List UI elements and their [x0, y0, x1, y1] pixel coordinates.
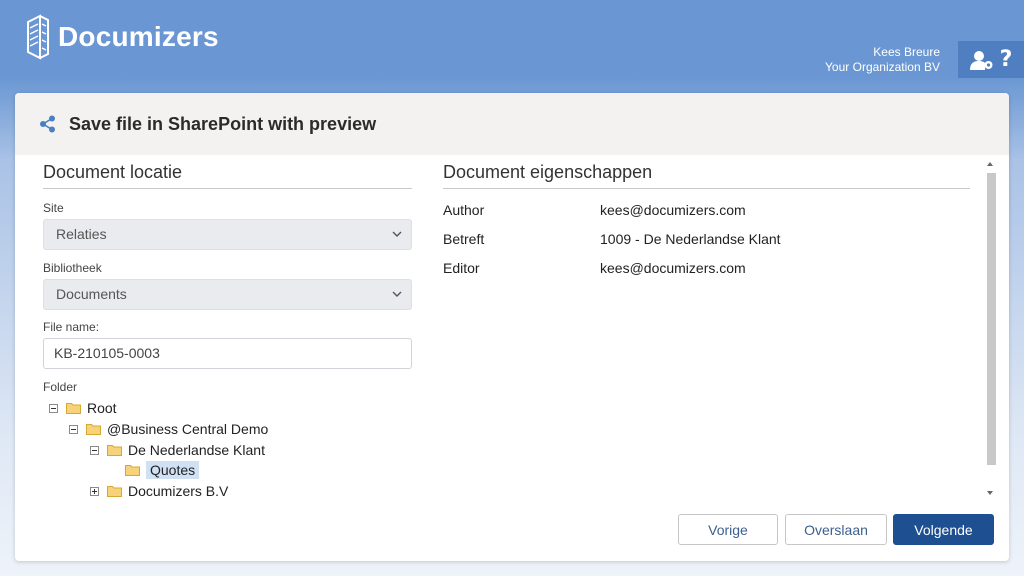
tree-node-documizers-bv[interactable]: Documizers B.V [90, 481, 228, 501]
collapse-icon[interactable] [69, 424, 78, 434]
property-key: Betreft [443, 231, 485, 247]
help-icon[interactable]: ? [1000, 47, 1013, 72]
tree-node-quotes[interactable]: Quotes [125, 460, 200, 480]
collapse-icon[interactable] [49, 403, 58, 413]
folder-icon [66, 403, 81, 414]
user-settings-icon [969, 50, 993, 70]
property-value: 1009 - De Nederlandse Klant [600, 231, 781, 247]
dialog-header: Save file in SharePoint with preview [15, 93, 1009, 155]
save-dialog: Save file in SharePoint with preview Doc… [15, 93, 1009, 561]
site-label: Site [43, 201, 64, 215]
tree-node-business-central-demo[interactable]: @Business Central Demo [69, 419, 268, 439]
site-select[interactable]: Relaties [43, 219, 412, 250]
site-value: Relaties [56, 226, 107, 242]
dialog-title: Save file in SharePoint with preview [69, 113, 377, 134]
tree-node-root[interactable]: Root [49, 398, 117, 418]
scroll-down-icon[interactable] [987, 491, 993, 495]
tree-label: De Nederlandse Klant [128, 442, 265, 458]
property-value: kees@documizers.com [600, 202, 746, 218]
folder-icon [125, 465, 140, 476]
filename-input[interactable]: KB-210105-0003 [43, 338, 412, 369]
brand-logo: Documizers [26, 14, 219, 60]
folder-icon [86, 424, 101, 435]
property-key: Author [443, 202, 485, 218]
scroll-up-icon[interactable] [987, 162, 993, 166]
scrollbar-thumb[interactable] [987, 173, 996, 465]
expand-icon[interactable] [90, 486, 99, 496]
brand-name: Documizers [58, 21, 219, 52]
next-button[interactable]: Volgende [893, 514, 994, 545]
tree-label: Documizers B.V [128, 483, 229, 499]
skip-button[interactable]: Overslaan [785, 514, 887, 545]
library-label: Bibliotheek [43, 261, 102, 275]
organization-name: Your Organization BV [825, 60, 940, 74]
property-value: kees@documizers.com [600, 260, 746, 276]
properties-scrollbar[interactable] [985, 159, 997, 499]
app-header: Documizers Kees Breure Your Organization… [0, 0, 1024, 78]
user-name: Kees Breure [873, 45, 940, 59]
folder-icon [107, 445, 122, 456]
user-info: Kees Breure Your Organization BV [825, 45, 940, 75]
library-select[interactable]: Documents [43, 279, 412, 310]
tree-label: @Business Central Demo [107, 421, 269, 437]
filename-label: File name: [43, 320, 100, 334]
library-value: Documents [56, 286, 127, 302]
tree-label: Root [87, 400, 117, 416]
collapse-icon[interactable] [90, 445, 99, 455]
chevron-down-icon [392, 231, 402, 237]
properties-heading: Document eigenschappen [443, 162, 970, 189]
location-heading: Document locatie [43, 162, 412, 189]
share-icon [40, 115, 55, 133]
chevron-down-icon [392, 291, 402, 297]
folder-icon [107, 486, 122, 497]
user-settings-button[interactable]: ? [958, 41, 1024, 78]
tree-label-selected: Quotes [146, 461, 200, 479]
documizers-logo-icon [27, 14, 49, 60]
folder-label: Folder [43, 380, 78, 394]
tree-node-de-nederlandse-klant[interactable]: De Nederlandse Klant [90, 440, 265, 460]
property-key: Editor [443, 260, 480, 276]
previous-button[interactable]: Vorige [678, 514, 778, 545]
